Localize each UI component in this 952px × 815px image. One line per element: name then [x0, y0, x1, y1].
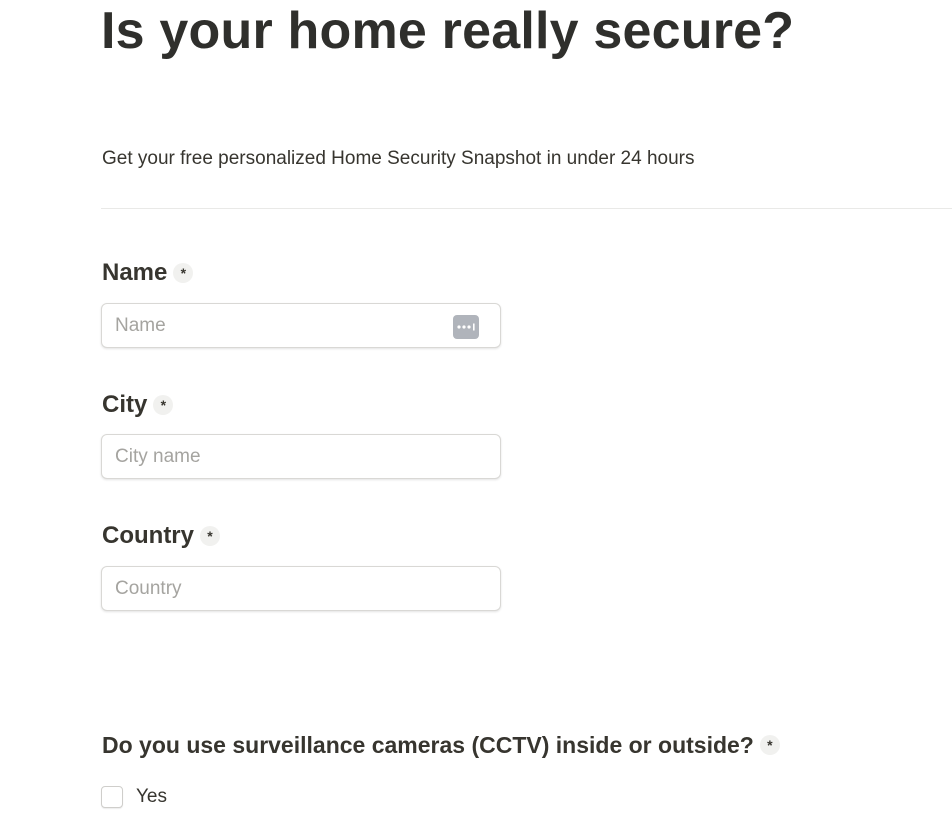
password-manager-dots-icon — [457, 323, 475, 331]
cctv-question: Do you use surveillance cameras (CCTV) i… — [102, 730, 780, 760]
city-label-text: City — [102, 391, 148, 418]
yes-option-label: Yes — [136, 786, 167, 807]
country-label-text: Country — [102, 522, 194, 549]
country-input[interactable] — [102, 567, 500, 610]
city-label: City * — [102, 390, 174, 420]
required-marker: * — [173, 263, 194, 283]
city-input[interactable] — [102, 435, 500, 478]
yes-checkbox[interactable] — [101, 786, 123, 808]
password-manager-icon[interactable] — [453, 315, 479, 339]
divider — [101, 208, 952, 209]
name-label-text: Name — [102, 259, 168, 286]
country-field[interactable] — [101, 566, 501, 611]
required-marker: * — [759, 735, 780, 755]
page-subtitle: Get your free personalized Home Security… — [102, 148, 695, 169]
name-input[interactable] — [102, 304, 500, 347]
cctv-option-yes[interactable]: Yes — [101, 785, 167, 809]
required-marker: * — [153, 395, 174, 415]
page-title: Is your home really secure? — [101, 2, 795, 60]
required-marker: * — [200, 526, 220, 546]
cctv-question-text: Do you use surveillance cameras (CCTV) i… — [102, 732, 754, 758]
name-field[interactable] — [101, 303, 501, 348]
country-label: Country * — [102, 521, 220, 551]
form-page: Is your home really secure? Get your fre… — [0, 0, 952, 815]
city-field[interactable] — [101, 434, 501, 479]
name-label: Name * — [102, 258, 194, 288]
